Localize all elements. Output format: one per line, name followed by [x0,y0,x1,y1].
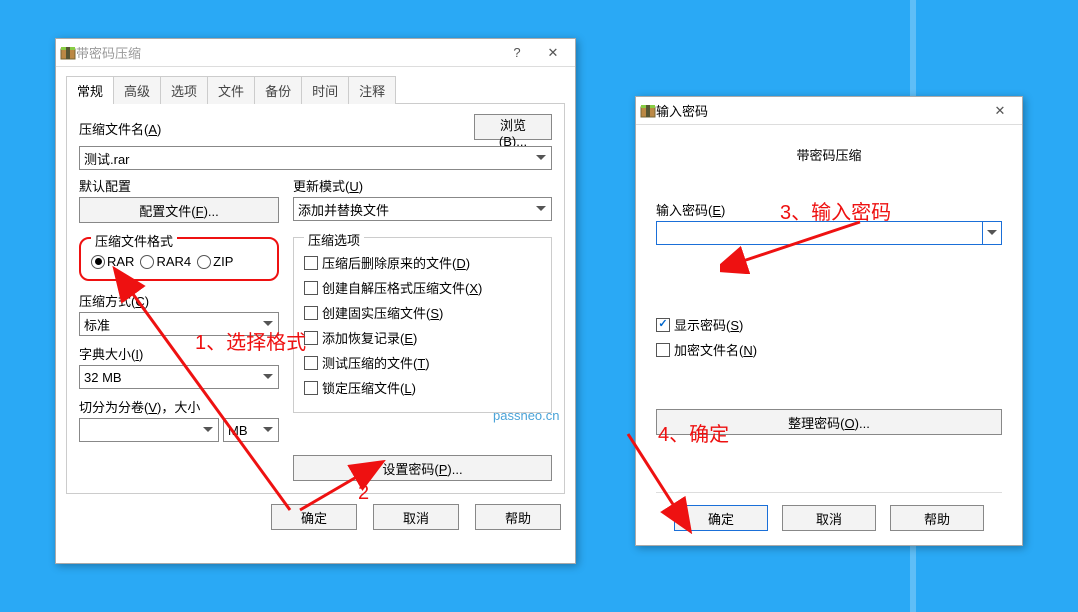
option-check-5[interactable]: 锁定压缩文件(L) [304,378,541,397]
checkbox-icon [656,318,670,332]
help-button[interactable]: 帮助 [890,505,984,531]
dict-label: 字典大小(I) [79,344,279,363]
archive-name-input[interactable] [79,146,552,170]
dict-select[interactable] [79,365,279,389]
radio-icon [197,255,211,269]
password-input-wrap [656,221,1002,245]
method-select[interactable] [79,312,279,336]
tab-files[interactable]: 文件 [207,76,255,104]
titlebar: 带密码压缩 ? ✕ [56,39,575,67]
method-label: 压缩方式(C) [79,291,279,310]
close-button[interactable]: ✕ [535,39,571,67]
update-mode-select[interactable] [293,197,552,221]
format-rar[interactable]: RAR [91,254,134,269]
cancel-button[interactable]: 取消 [782,505,876,531]
app-icon [640,103,656,119]
checkbox-icon [656,343,670,357]
archive-name-label: 压缩文件名(A) [79,119,466,138]
ok-button[interactable]: 确定 [271,504,357,530]
password-dropdown-button[interactable] [982,221,1002,245]
update-mode-label: 更新模式(U) [293,176,552,195]
options-legend: 压缩选项 [304,230,364,249]
options-group: 压缩选项 压缩后删除原来的文件(D)创建自解压格式压缩文件(X)创建固实压缩文件… [293,237,552,413]
close-button[interactable]: ✕ [982,97,1018,125]
tab-general[interactable]: 常规 [66,76,114,104]
split-label: 切分为分卷(V)，大小 [79,397,279,416]
split-size-input[interactable] [79,418,219,442]
set-password-button[interactable]: 设置密码(P)... [293,455,552,481]
dialog-buttons: 确定 取消 帮助 [656,492,1002,545]
dialog-subtitle: 带密码压缩 [656,145,1002,164]
format-group: 压缩文件格式 RAR RAR4 ZIP [79,237,279,281]
radio-icon [140,255,154,269]
browse-button[interactable]: 浏览(B)... [474,114,552,140]
show-password-check[interactable]: 显示密码(S) [656,315,1002,334]
tab-strip: 常规 高级 选项 文件 备份 时间 注释 [66,75,575,103]
checkbox-icon [304,306,318,320]
cancel-button[interactable]: 取消 [373,504,459,530]
tab-backup[interactable]: 备份 [254,76,302,104]
password-label: 输入密码(E) [656,200,1002,219]
option-check-4[interactable]: 测试压缩的文件(T) [304,353,541,372]
window-title: 带密码压缩 [76,43,499,62]
checkbox-icon [304,256,318,270]
titlebar: 输入密码 ✕ [636,97,1022,125]
window-title: 输入密码 [656,101,982,120]
ok-button[interactable]: 确定 [674,505,768,531]
checkbox-icon [304,381,318,395]
format-legend: 压缩文件格式 [91,231,177,250]
tab-comment[interactable]: 注释 [348,76,396,104]
checkbox-icon [304,281,318,295]
dialog-buttons: 确定 取消 帮助 [56,494,575,542]
split-unit-select[interactable] [223,418,279,442]
password-dialog: 输入密码 ✕ 带密码压缩 输入密码(E) 显示密码(S) 加密文件名(N) 整理… [635,96,1023,546]
profile-button[interactable]: 配置文件(F)... [79,197,279,223]
help-button[interactable]: ? [499,39,535,67]
option-check-3[interactable]: 添加恢复记录(E) [304,328,541,347]
profile-legend: 默认配置 [79,176,279,195]
option-check-0[interactable]: 压缩后删除原来的文件(D) [304,253,541,272]
tab-advanced[interactable]: 高级 [113,76,161,104]
format-zip[interactable]: ZIP [197,254,233,269]
help-button[interactable]: 帮助 [475,504,561,530]
archive-dialog: 带密码压缩 ? ✕ 常规 高级 选项 文件 备份 时间 注释 压缩文件名(A) … [55,38,576,564]
option-check-2[interactable]: 创建固实压缩文件(S) [304,303,541,322]
radio-icon [91,255,105,269]
tab-panel: 压缩文件名(A) 浏览(B)... 默认配置 配置文件(F)... 更新模式(U… [66,103,565,494]
checkbox-icon [304,356,318,370]
option-check-1[interactable]: 创建自解压格式压缩文件(X) [304,278,541,297]
format-rar4[interactable]: RAR4 [140,254,191,269]
tab-options[interactable]: 选项 [160,76,208,104]
app-icon [60,45,76,61]
tab-time[interactable]: 时间 [301,76,349,104]
checkbox-icon [304,331,318,345]
organize-password-button[interactable]: 整理密码(O)... [656,409,1002,435]
encrypt-names-check[interactable]: 加密文件名(N) [656,340,1002,359]
password-input[interactable] [656,221,982,245]
